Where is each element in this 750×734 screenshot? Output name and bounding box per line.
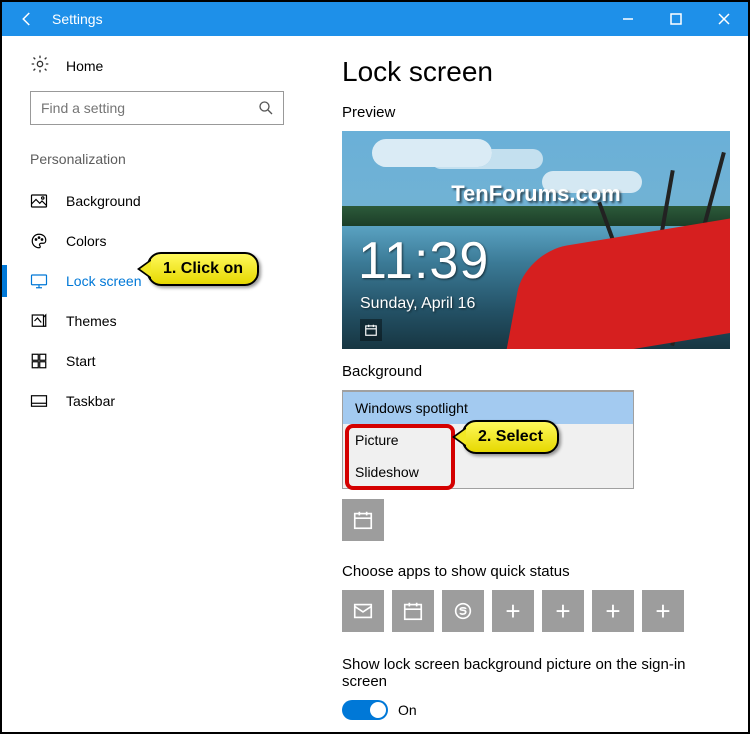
plus-icon: +: [555, 596, 570, 627]
minimize-button[interactable]: [604, 2, 652, 36]
quick-status-add-button[interactable]: +: [592, 590, 634, 632]
preview-date: Sunday, April 16: [360, 295, 475, 313]
close-button[interactable]: [700, 2, 748, 36]
palette-icon: [30, 232, 48, 250]
sidebar-item-label: Start: [66, 353, 96, 369]
sidebar-item-label: Colors: [66, 233, 106, 249]
quick-status-skype-button[interactable]: [442, 590, 484, 632]
sidebar-item-background[interactable]: Background: [2, 181, 284, 221]
annotation-callout-1: 1. Click on: [147, 252, 259, 286]
section-label: Personalization: [30, 151, 284, 167]
signin-picture-toggle[interactable]: [342, 700, 388, 720]
plus-icon: +: [505, 596, 520, 627]
back-button[interactable]: [2, 2, 52, 36]
monitor-icon: [30, 272, 48, 290]
calendar-icon: [360, 319, 382, 341]
picture-icon: [30, 192, 48, 210]
window-title: Settings: [52, 11, 604, 27]
sidebar-item-start[interactable]: Start: [2, 341, 284, 381]
quick-status-label: Choose apps to show quick status: [342, 563, 730, 580]
home-label: Home: [66, 58, 103, 74]
quick-status-add-button[interactable]: +: [492, 590, 534, 632]
gear-icon: [30, 54, 50, 77]
dropdown-option-slideshow[interactable]: Slideshow: [343, 456, 633, 488]
preview-label: Preview: [342, 104, 730, 121]
lock-screen-preview: TenForums.com 11:39 Sunday, April 16: [342, 131, 730, 349]
main-panel: Lock screen Preview TenForums.com 11:39 …: [312, 36, 750, 732]
signin-picture-label: Show lock screen background picture on t…: [342, 656, 730, 690]
preview-time: 11:39: [358, 231, 489, 291]
start-icon: [30, 352, 48, 370]
page-title: Lock screen: [342, 56, 730, 88]
quick-status-mail-button[interactable]: [342, 590, 384, 632]
search-field[interactable]: [31, 100, 283, 116]
quick-status-add-button[interactable]: +: [542, 590, 584, 632]
plus-icon: +: [605, 596, 620, 627]
sidebar-item-label: Themes: [66, 313, 117, 329]
search-input[interactable]: [30, 91, 284, 125]
sidebar-item-taskbar[interactable]: Taskbar: [2, 381, 284, 421]
background-label: Background: [342, 363, 730, 380]
home-nav[interactable]: Home: [30, 54, 284, 77]
themes-icon: [30, 312, 48, 330]
title-bar: Settings: [2, 2, 748, 36]
maximize-button[interactable]: [652, 2, 700, 36]
sidebar-item-label: Taskbar: [66, 393, 115, 409]
watermark-text: TenForums.com: [342, 181, 730, 207]
sidebar-item-label: Background: [66, 193, 141, 209]
toggle-state-label: On: [398, 702, 417, 718]
annotation-callout-2: 2. Select: [462, 420, 559, 454]
sidebar: Home Personalization Background Colors L…: [2, 36, 312, 732]
plus-icon: +: [655, 596, 670, 627]
sidebar-item-themes[interactable]: Themes: [2, 301, 284, 341]
search-icon: [257, 99, 275, 120]
detailed-status-calendar-button[interactable]: [342, 499, 384, 541]
quick-status-calendar-button[interactable]: [392, 590, 434, 632]
taskbar-icon: [30, 392, 48, 410]
quick-status-add-button[interactable]: +: [642, 590, 684, 632]
